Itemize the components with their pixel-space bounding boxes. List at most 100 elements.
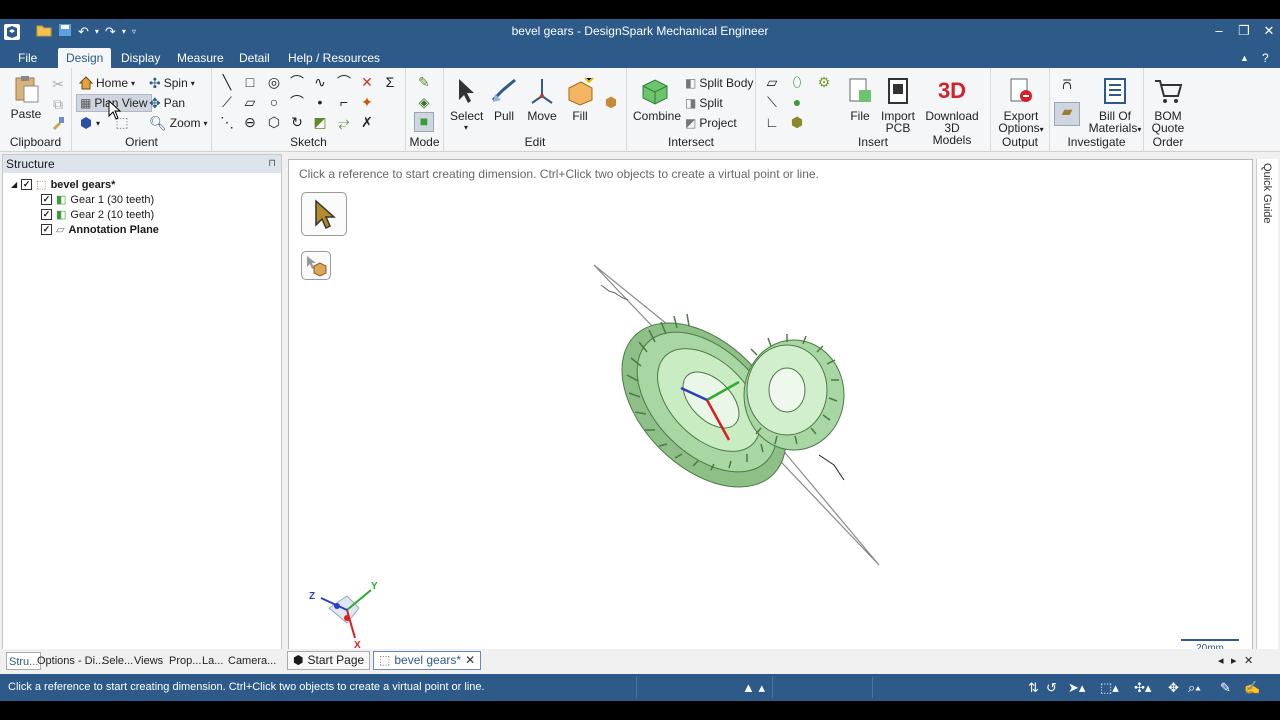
tree-item-gear-1[interactable]: ✓ ◧ Gear 1 (30 teeth): [41, 192, 154, 207]
3d-mode-icon[interactable]: ■: [414, 112, 434, 132]
bill-of-materials-button[interactable]: Bill Of Materials▾: [1088, 76, 1142, 136]
pull-button[interactable]: Pull: [488, 76, 520, 122]
visibility-checkbox[interactable]: ✓: [21, 179, 33, 190]
sketch-mode-icon[interactable]: ✎: [416, 74, 432, 90]
import-pcb-button[interactable]: Import PCB: [880, 76, 916, 134]
copy-icon[interactable]: ⧉: [50, 96, 66, 112]
shell-icon[interactable]: ⬢: [789, 114, 805, 130]
origin-icon[interactable]: ∟: [764, 114, 780, 130]
sphere-icon[interactable]: ●: [789, 94, 805, 110]
spin-button[interactable]: ✣ Spin ▾: [149, 74, 195, 92]
format-painter-icon[interactable]: [50, 116, 66, 132]
panel-tab-selection[interactable]: Sele...: [102, 652, 133, 670]
quick-guide-panel[interactable]: Quick Guide: [1256, 159, 1278, 666]
export-options-button[interactable]: Export Options▾: [995, 76, 1047, 136]
status-rotate-icon[interactable]: ↺: [1046, 680, 1057, 695]
offset-curve-icon[interactable]: ⌐: [336, 94, 352, 110]
bom-quote-button[interactable]: BOM Quote: [1150, 76, 1186, 134]
project-button[interactable]: ◩ Project: [685, 114, 737, 132]
line-tool-icon[interactable]: ╲: [219, 74, 235, 90]
equation-tool-icon[interactable]: Σ: [382, 74, 398, 90]
tangent-line-icon[interactable]: ⟋: [219, 94, 235, 110]
bend-tool-icon[interactable]: ⥂: [336, 114, 352, 130]
three-point-circle-icon[interactable]: ○: [266, 94, 282, 110]
tab-design[interactable]: Design: [58, 48, 112, 68]
visibility-checkbox[interactable]: ✓: [41, 224, 52, 235]
tree-item-gear-2[interactable]: ✓ ◧ Gear 2 (10 teeth): [41, 207, 154, 222]
status-tangent-icon[interactable]: ✎: [1220, 680, 1231, 695]
tangent-arc-icon[interactable]: ⌒: [336, 74, 352, 90]
tweak-face-icon[interactable]: ⬢: [603, 94, 619, 110]
view-cube-button[interactable]: ▾: [79, 114, 100, 132]
paste-button[interactable]: Paste: [8, 74, 44, 120]
tree-item-annotation-plane[interactable]: ✓ ▱ Annotation Plane: [41, 222, 159, 237]
tree-item-root[interactable]: ◢ ✓ ⬚ bevel gears*: [11, 177, 115, 192]
zoom-button[interactable]: 🔍︎ Zoom ▾: [149, 114, 207, 132]
three-point-arc-icon[interactable]: ↻: [289, 114, 305, 130]
insert-file-button[interactable]: File: [844, 76, 876, 122]
close-tab-icon[interactable]: ✕: [465, 652, 475, 669]
panel-tab-options[interactable]: Options - Di...: [37, 652, 104, 670]
panel-tab-views[interactable]: Views: [134, 652, 163, 670]
close-button[interactable]: ✕: [1256, 22, 1280, 42]
doc-tab-start-page[interactable]: ⬢ Start Page: [287, 651, 371, 670]
tab-scroll-right-icon[interactable]: ▸: [1231, 652, 1237, 670]
fill-button[interactable]: Fill: [564, 76, 596, 122]
tab-file[interactable]: File: [10, 48, 45, 68]
doc-tab-bevel-gears[interactable]: ⬚ bevel gears* ✕: [373, 651, 482, 670]
design-viewport[interactable]: Click a reference to start creating dime…: [288, 159, 1253, 666]
insert-component-icon[interactable]: ⚙: [816, 74, 832, 90]
status-zoom-icon[interactable]: ⌕▴: [1188, 680, 1201, 695]
split-button[interactable]: ◨ Split: [685, 94, 723, 112]
create-rounded-corner-icon[interactable]: ✦: [359, 94, 375, 110]
three-point-rectangle-icon[interactable]: ▱: [242, 94, 258, 110]
status-reorder-icon[interactable]: ⇅: [1028, 680, 1039, 695]
expand-toggle-icon[interactable]: ◢: [11, 180, 17, 189]
home-button[interactable]: Home ▾: [79, 74, 135, 92]
panel-tab-properties[interactable]: Prop...: [169, 652, 201, 670]
panel-tab-layers[interactable]: La...: [202, 652, 223, 670]
tab-help-resources[interactable]: Help / Resources: [280, 48, 388, 68]
construction-line-icon[interactable]: ⋱: [219, 114, 235, 130]
tab-scroll-left-icon[interactable]: ◂: [1218, 652, 1224, 670]
status-select-icon[interactable]: ➤▴: [1068, 680, 1085, 695]
axis-icon[interactable]: ⟍: [764, 94, 780, 110]
split-body-button[interactable]: ◧ Split Body: [685, 74, 753, 92]
combine-button[interactable]: Combine: [633, 76, 681, 122]
select-button[interactable]: Select ▾: [450, 76, 483, 134]
sweep-arc-icon[interactable]: ⌒: [289, 94, 305, 110]
plane-icon[interactable]: ▱: [764, 74, 780, 90]
check-geometry-icon[interactable]: ▰: [1054, 102, 1080, 126]
select-tool-button[interactable]: [301, 192, 347, 236]
polygon-tool-icon[interactable]: ⬡: [266, 114, 282, 130]
cut-icon[interactable]: ✂: [50, 76, 66, 92]
face-curve-icon[interactable]: ◩: [312, 114, 328, 130]
cylinder-icon[interactable]: ⬯: [789, 74, 805, 90]
minimize-button[interactable]: –: [1206, 22, 1232, 42]
tab-display[interactable]: Display: [113, 48, 168, 68]
move-button[interactable]: Move: [526, 76, 558, 122]
split-line-icon[interactable]: ✗: [359, 114, 375, 130]
point-tool-icon[interactable]: •: [312, 94, 328, 110]
pin-icon[interactable]: ⊓: [268, 155, 276, 173]
measure-caliper-icon[interactable]: ⩃: [1059, 76, 1075, 92]
status-spin-icon[interactable]: ✣▴: [1134, 680, 1151, 695]
pan-button[interactable]: ✥ Pan: [149, 94, 185, 112]
status-box-select-icon[interactable]: ⬚▴: [1100, 680, 1119, 695]
help-icon[interactable]: ?: [1254, 48, 1277, 68]
axis-triad[interactable]: Y X Z: [307, 578, 382, 653]
maximize-button[interactable]: ❐: [1231, 22, 1257, 42]
panel-tab-camera[interactable]: Camera...: [228, 652, 276, 670]
visibility-checkbox[interactable]: ✓: [41, 209, 52, 220]
visibility-checkbox[interactable]: ✓: [41, 194, 52, 205]
arc-tool-icon[interactable]: ⌒: [289, 74, 305, 90]
status-pan-icon[interactable]: ✥: [1168, 680, 1179, 695]
select-options-button[interactable]: [301, 251, 331, 280]
rectangle-tool-icon[interactable]: □: [242, 74, 258, 90]
status-ink-icon[interactable]: ✍: [1244, 680, 1260, 695]
trim-tool-icon[interactable]: ✕: [359, 74, 375, 90]
close-all-tabs-icon[interactable]: ✕: [1244, 652, 1253, 670]
bevel-gears-model[interactable]: [579, 260, 899, 580]
tab-detail[interactable]: Detail: [231, 48, 278, 68]
section-mode-icon[interactable]: ◈: [416, 94, 432, 110]
